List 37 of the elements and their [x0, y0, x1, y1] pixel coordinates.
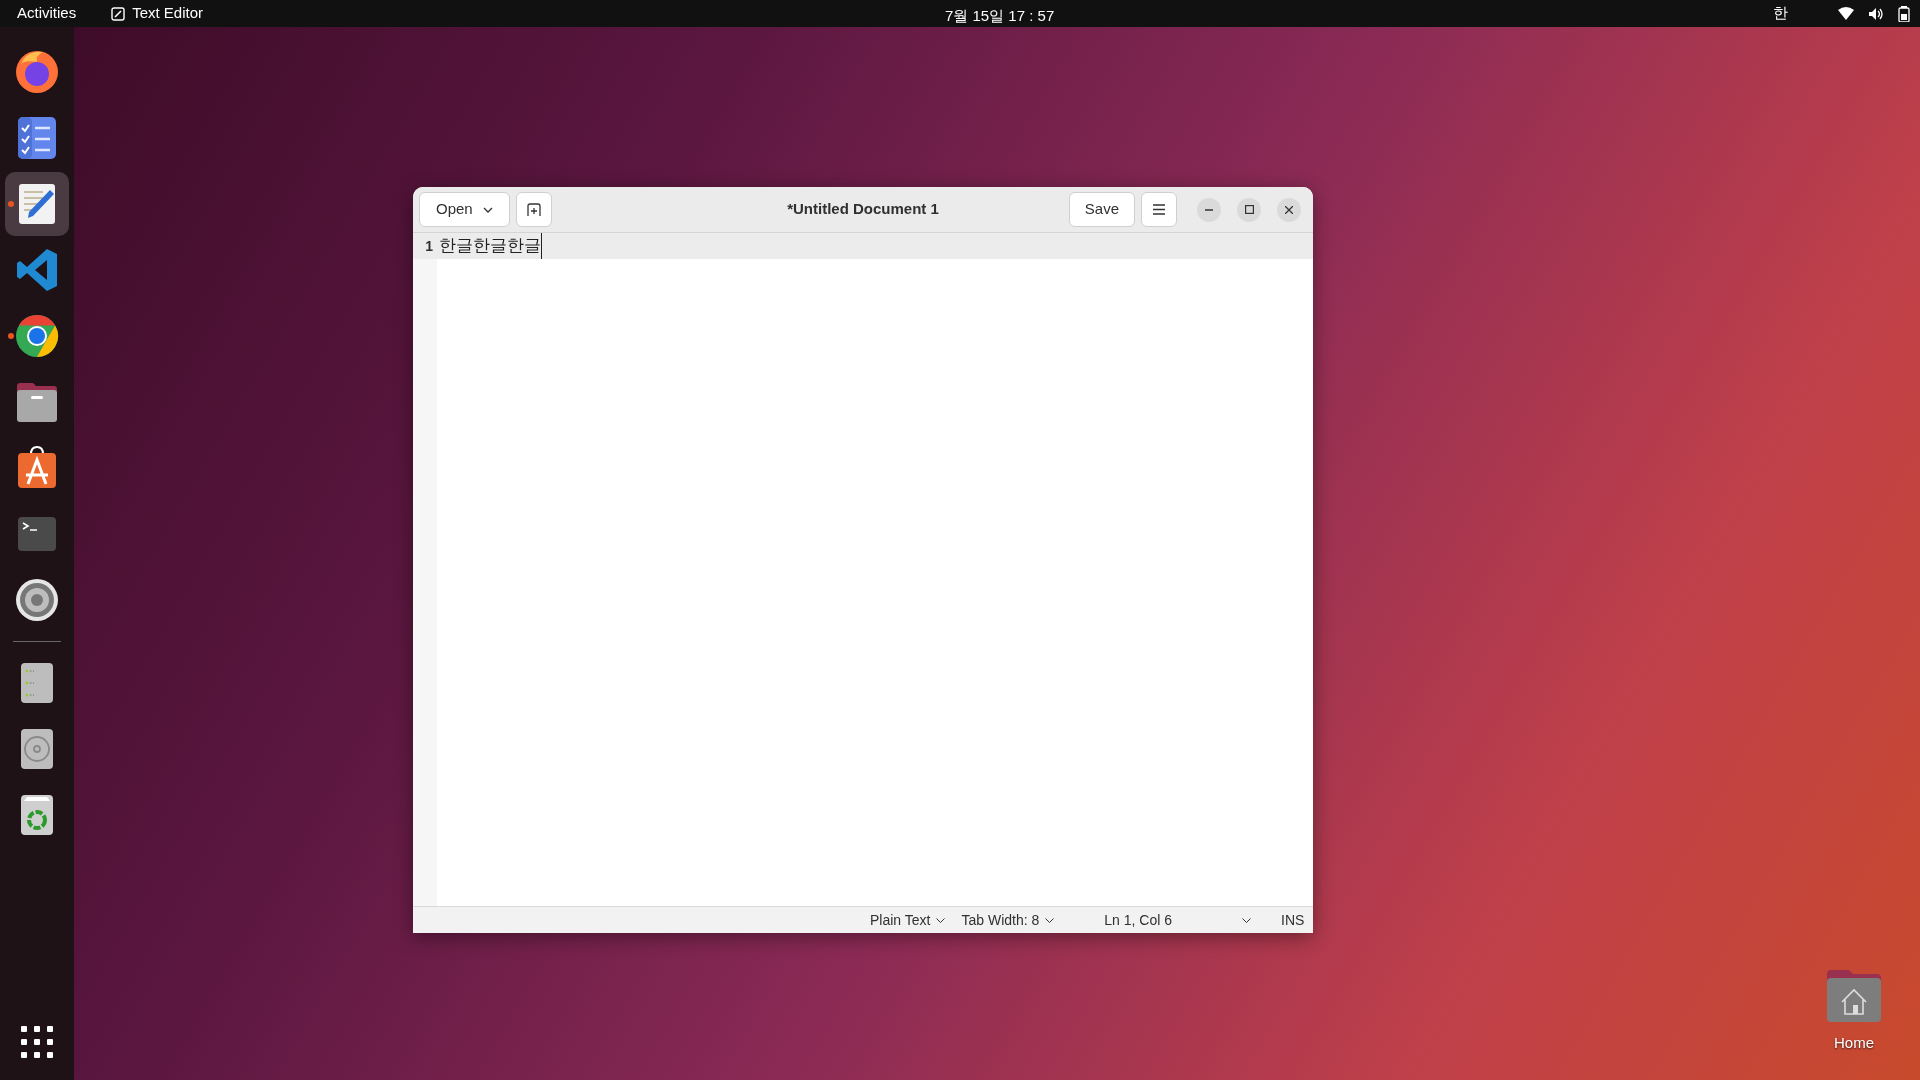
caret-icon [482, 206, 493, 213]
caret-icon [936, 917, 946, 923]
maximize-button[interactable] [1237, 197, 1261, 222]
input-method-indicator[interactable]: 한 [1773, 2, 1788, 25]
language-dropdown[interactable]: Plain Text [870, 909, 946, 931]
activities-button[interactable]: Activities [0, 2, 94, 25]
app-menu[interactable]: Text Editor [111, 2, 204, 25]
home-label: Home [1834, 1033, 1874, 1053]
insert-mode-indicator[interactable]: INS [1281, 909, 1305, 931]
close-button[interactable] [1277, 197, 1301, 222]
new-document-icon [525, 202, 542, 217]
save-button[interactable]: Save [1068, 192, 1135, 227]
home-folder[interactable]: Home [1818, 970, 1890, 1055]
wifi-icon[interactable] [1838, 6, 1854, 21]
show-apps-icon[interactable] [21, 1026, 53, 1058]
volume-icon[interactable] [1868, 6, 1884, 21]
maximize-icon [1244, 205, 1254, 214]
cursor-position-dropdown[interactable]: Ln 1, Col 6 [1104, 909, 1251, 931]
battery-icon[interactable] [1898, 5, 1910, 22]
text-area[interactable]: 1 한글한글한글 [413, 233, 1313, 906]
line-text: 한글한글한글 [439, 233, 542, 259]
minimize-button[interactable] [1197, 197, 1221, 222]
dock-app-button[interactable] [5, 172, 69, 236]
home-folder-icon [1825, 970, 1883, 1024]
caret-icon [1045, 917, 1055, 923]
menu-button[interactable] [1141, 192, 1177, 227]
clock[interactable]: 7월 15일 17 : 57 [945, 5, 1055, 28]
line-number: 1 [424, 236, 434, 256]
menu-icon [1153, 204, 1165, 215]
new-tab-button[interactable] [515, 192, 552, 227]
open-button[interactable]: Open [419, 192, 510, 227]
window-title: *Untitled Document 1 [787, 199, 939, 220]
tab-width-dropdown[interactable]: Tab Width: 8 [961, 909, 1055, 931]
minimize-icon [1205, 208, 1213, 211]
caret-icon [1242, 917, 1251, 923]
text-editor-icon [111, 6, 126, 21]
close-icon [1285, 205, 1293, 214]
